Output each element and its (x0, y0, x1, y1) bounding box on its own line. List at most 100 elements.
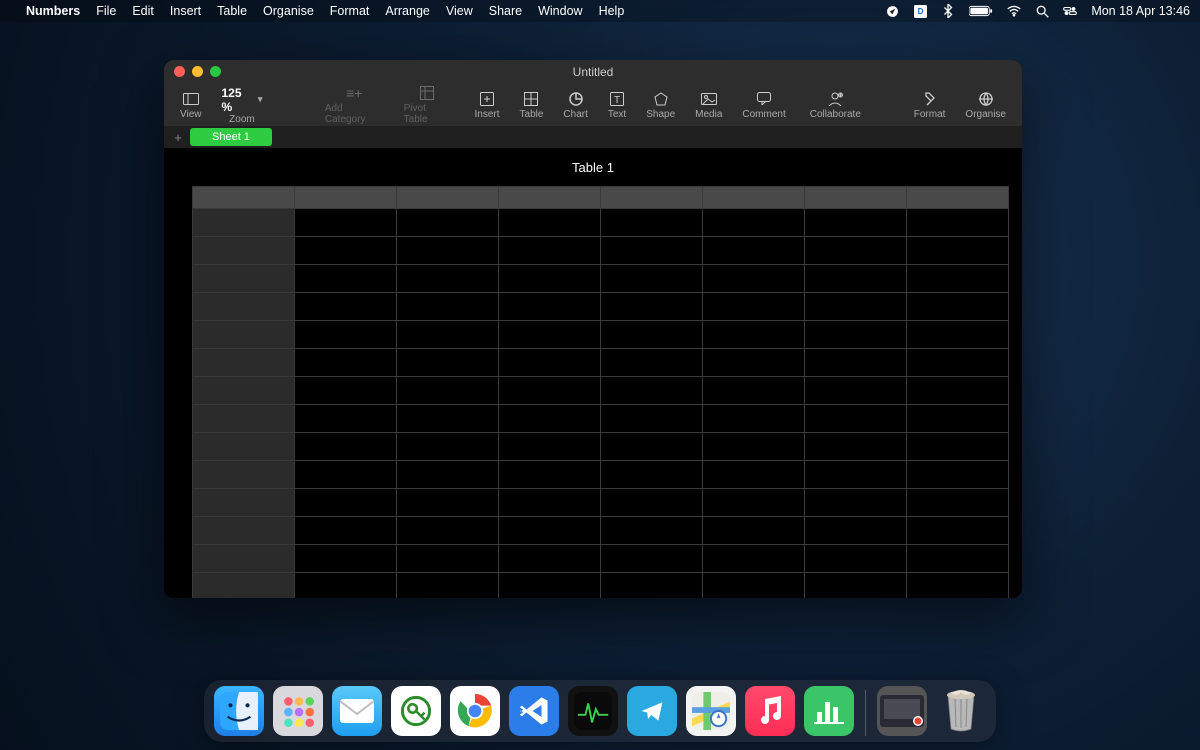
cell[interactable] (805, 405, 907, 433)
cell[interactable] (295, 545, 397, 573)
menu-format[interactable]: Format (330, 4, 370, 18)
cell[interactable] (397, 293, 499, 321)
cell[interactable] (703, 321, 805, 349)
fullscreen-button[interactable] (210, 66, 221, 77)
menu-insert[interactable]: Insert (170, 4, 201, 18)
table-row[interactable] (193, 545, 1009, 573)
row-header[interactable] (193, 489, 295, 517)
cell[interactable] (397, 461, 499, 489)
cell[interactable] (703, 377, 805, 405)
cell[interactable] (601, 237, 703, 265)
dock-telegram[interactable] (627, 686, 677, 736)
spotlight-icon[interactable] (1035, 4, 1049, 18)
cell[interactable] (703, 517, 805, 545)
cell[interactable] (397, 377, 499, 405)
cell[interactable] (601, 349, 703, 377)
cell[interactable] (295, 293, 397, 321)
cell[interactable] (601, 293, 703, 321)
cell[interactable] (703, 545, 805, 573)
dock-chrome[interactable] (450, 686, 500, 736)
format-button[interactable]: Format (906, 91, 954, 120)
cell[interactable] (499, 377, 601, 405)
cell[interactable] (805, 545, 907, 573)
cell[interactable] (907, 405, 1009, 433)
cell[interactable] (601, 489, 703, 517)
table-row[interactable] (193, 293, 1009, 321)
dock-vscode[interactable] (509, 686, 559, 736)
cell[interactable] (907, 461, 1009, 489)
bluetooth-icon[interactable] (941, 4, 955, 18)
cell[interactable] (907, 517, 1009, 545)
cell[interactable] (397, 573, 499, 599)
cell[interactable] (805, 209, 907, 237)
cell[interactable] (907, 545, 1009, 573)
cell[interactable] (703, 489, 805, 517)
table-row[interactable] (193, 517, 1009, 545)
cell[interactable] (907, 321, 1009, 349)
menu-file[interactable]: File (96, 4, 116, 18)
view-button[interactable]: View (172, 91, 210, 120)
cell[interactable] (805, 349, 907, 377)
cell[interactable] (601, 545, 703, 573)
cell[interactable] (397, 237, 499, 265)
cell[interactable] (601, 405, 703, 433)
row-header[interactable] (193, 349, 295, 377)
table-row[interactable] (193, 377, 1009, 405)
menu-share[interactable]: Share (489, 4, 522, 18)
cell[interactable] (805, 461, 907, 489)
table-row[interactable] (193, 461, 1009, 489)
menu-view[interactable]: View (446, 4, 473, 18)
row-header[interactable] (193, 545, 295, 573)
cell[interactable] (805, 489, 907, 517)
cell[interactable] (295, 405, 397, 433)
cell[interactable] (397, 349, 499, 377)
cell[interactable] (499, 209, 601, 237)
cell[interactable] (805, 265, 907, 293)
column-header[interactable] (295, 187, 397, 209)
cell[interactable] (499, 265, 601, 293)
menu-arrange[interactable]: Arrange (385, 4, 429, 18)
cell[interactable] (295, 321, 397, 349)
cell[interactable] (499, 349, 601, 377)
row-header[interactable] (193, 573, 295, 599)
cell[interactable] (397, 209, 499, 237)
row-header[interactable] (193, 405, 295, 433)
table-row[interactable] (193, 349, 1009, 377)
cell[interactable] (499, 573, 601, 599)
cell[interactable] (805, 321, 907, 349)
cell[interactable] (703, 433, 805, 461)
cell[interactable] (499, 293, 601, 321)
menu-app-name[interactable]: Numbers (26, 4, 80, 18)
table-row[interactable] (193, 265, 1009, 293)
row-header[interactable] (193, 377, 295, 405)
cell[interactable] (295, 433, 397, 461)
table-row[interactable] (193, 321, 1009, 349)
location-icon[interactable] (885, 4, 899, 18)
cell[interactable] (295, 517, 397, 545)
cell[interactable] (397, 489, 499, 517)
dock-mail[interactable] (332, 686, 382, 736)
column-header[interactable] (601, 187, 703, 209)
table-row[interactable] (193, 433, 1009, 461)
cell[interactable] (907, 265, 1009, 293)
collaborate-button[interactable]: Collaborate (802, 91, 869, 120)
cell[interactable] (295, 237, 397, 265)
cell[interactable] (601, 377, 703, 405)
column-header[interactable] (805, 187, 907, 209)
dock-numbers[interactable] (804, 686, 854, 736)
cell[interactable] (295, 209, 397, 237)
dock-launchpad[interactable] (273, 686, 323, 736)
cell[interactable] (703, 265, 805, 293)
comment-button[interactable]: Comment (734, 91, 793, 120)
row-header[interactable] (193, 517, 295, 545)
wifi-icon[interactable] (1007, 4, 1021, 18)
cell[interactable] (499, 237, 601, 265)
table-title[interactable]: Table 1 (164, 160, 1022, 175)
cell[interactable] (805, 293, 907, 321)
cell[interactable] (499, 321, 601, 349)
column-header[interactable] (907, 187, 1009, 209)
table-row[interactable] (193, 209, 1009, 237)
cell[interactable] (703, 237, 805, 265)
row-header[interactable] (193, 237, 295, 265)
row-header[interactable] (193, 433, 295, 461)
